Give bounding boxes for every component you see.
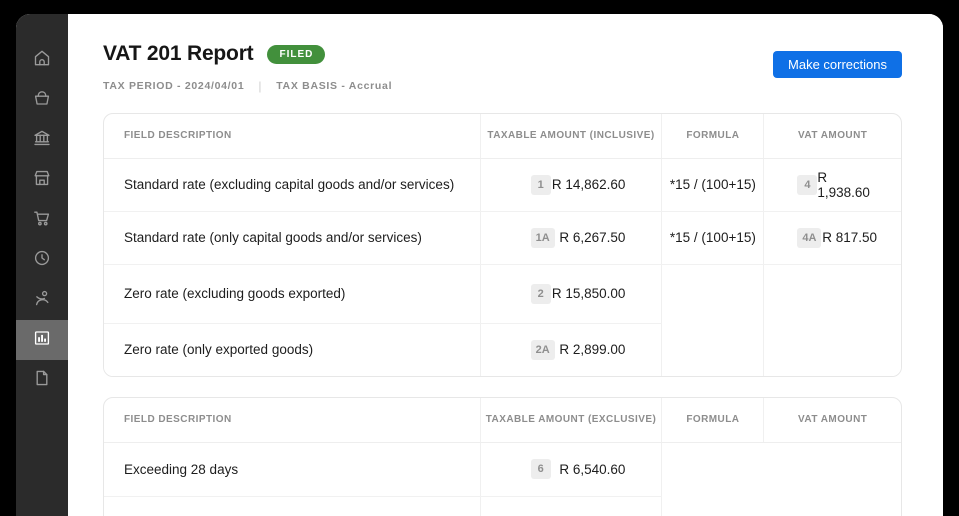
table-row: Zero rate (excluding goods exported) 2 R… [104, 264, 901, 323]
taxable-amount-cell: 1A R 6,267.50 [480, 211, 662, 264]
column-header-taxable-exclusive: TAXABLE AMOUNT (EXCLUSIVE) [480, 398, 662, 442]
formula-value: *15 / (100+15) [662, 158, 764, 211]
clock-icon [32, 248, 52, 273]
title-row: VAT 201 Report FILED [103, 42, 392, 66]
table-row: Standard rate (only capital goods and/or… [104, 211, 901, 264]
vat-amount-cell: 4A R 817.50 [764, 211, 901, 264]
taxable-amount-value: R 6,267.50 [559, 230, 625, 245]
empty-formula-cell [662, 264, 764, 376]
taxable-amount-cell: 2 R 15,850.00 [480, 264, 662, 323]
field-description: Standard rate (only capital goods and/or… [104, 211, 480, 264]
empty-formula-vat-cell [662, 442, 901, 516]
bank-icon [32, 128, 52, 153]
column-header-formula: FORMULA [662, 398, 764, 442]
taxable-amount-cell: 1 R 14,862.60 [480, 158, 662, 211]
field-description: Zero rate (only exported goods) [104, 323, 480, 376]
store-icon [32, 168, 52, 193]
vat-amount-cell: 4 R 1,938.60 [764, 158, 901, 211]
column-header-vat-amount: VAT AMOUNT [764, 114, 901, 158]
sidebar-item-reports[interactable] [16, 320, 68, 360]
report-meta: TAX PERIOD - 2024/04/01 | TAX BASIS - Ac… [103, 79, 392, 93]
header-left: VAT 201 Report FILED TAX PERIOD - 2024/0… [103, 42, 392, 93]
field-description: Zero rate (excluding goods exported) [104, 264, 480, 323]
field-description [104, 496, 480, 516]
page-header: VAT 201 Report FILED TAX PERIOD - 2024/0… [103, 42, 902, 93]
vat-table-exclusive: FIELD DESCRIPTION TAXABLE AMOUNT (EXCLUS… [103, 397, 902, 516]
main-content: VAT 201 Report FILED TAX PERIOD - 2024/0… [68, 14, 943, 516]
cart-icon [32, 208, 52, 233]
column-header-vat-amount: VAT AMOUNT [764, 398, 901, 442]
sidebar-item-bank[interactable] [16, 120, 68, 160]
vat-box-number: 4 [797, 175, 817, 195]
sidebar-item-home[interactable] [16, 40, 68, 80]
vat-box-number: 4A [797, 228, 821, 248]
field-box-number: 6 [531, 459, 551, 479]
column-header-field-description: FIELD DESCRIPTION [104, 114, 480, 158]
field-box-number: 2 [531, 284, 551, 304]
sidebar-item-basket[interactable] [16, 80, 68, 120]
field-box-number: 2A [531, 340, 555, 360]
empty-vat-cell [764, 264, 901, 376]
app-window: VAT 201 Report FILED TAX PERIOD - 2024/0… [16, 14, 943, 516]
make-corrections-button[interactable]: Make corrections [773, 51, 902, 78]
column-header-taxable-inclusive: TAXABLE AMOUNT (INCLUSIVE) [480, 114, 662, 158]
taxable-amount-value: R 15,850.00 [552, 286, 626, 301]
sidebar-item-time[interactable] [16, 240, 68, 280]
screen-frame: VAT 201 Report FILED TAX PERIOD - 2024/0… [0, 0, 959, 516]
field-description: Exceeding 28 days [104, 442, 480, 496]
table-header-row: FIELD DESCRIPTION TAXABLE AMOUNT (EXCLUS… [104, 398, 901, 442]
document-icon [32, 368, 52, 393]
meta-divider: | [258, 79, 262, 93]
page-title: VAT 201 Report [103, 42, 253, 66]
vat-table-inclusive: FIELD DESCRIPTION TAXABLE AMOUNT (INCLUS… [103, 113, 902, 377]
tax-period-label: TAX PERIOD - 2024/04/01 [103, 80, 244, 92]
taxable-amount-value: R 2,899.00 [559, 342, 625, 357]
tax-basis-label: TAX BASIS - Accrual [276, 80, 392, 92]
taxable-amount-cell: 6 R 6,540.60 [480, 442, 662, 496]
formula-value: *15 / (100+15) [662, 211, 764, 264]
taxable-amount-value: R 6,540.60 [559, 462, 625, 477]
column-header-field-description: FIELD DESCRIPTION [104, 398, 480, 442]
sidebar-item-documents[interactable] [16, 360, 68, 400]
vat-amount-value: R 817.50 [822, 230, 877, 245]
table-row: Exceeding 28 days 6 R 6,540.60 [104, 442, 901, 496]
table-row: Standard rate (excluding capital goods a… [104, 158, 901, 211]
taxable-amount-cell: 2A R 2,899.00 [480, 323, 662, 376]
taxable-amount-cell [480, 496, 662, 516]
person-icon [32, 288, 52, 313]
table-header-row: FIELD DESCRIPTION TAXABLE AMOUNT (INCLUS… [104, 114, 901, 158]
sidebar-item-store[interactable] [16, 160, 68, 200]
bar-chart-icon [32, 328, 52, 353]
field-box-number: 1 [531, 175, 551, 195]
sidebar-item-cart[interactable] [16, 200, 68, 240]
sidebar-item-customers[interactable] [16, 280, 68, 320]
vat-amount-value: R 1,938.60 [817, 170, 877, 200]
column-header-formula: FORMULA [662, 114, 764, 158]
home-icon [32, 48, 52, 73]
basket-icon [32, 88, 52, 113]
status-badge: FILED [267, 45, 325, 64]
sidebar [16, 14, 68, 516]
taxable-amount-value: R 14,862.60 [552, 177, 626, 192]
field-description: Standard rate (excluding capital goods a… [104, 158, 480, 211]
field-box-number: 1A [531, 228, 555, 248]
